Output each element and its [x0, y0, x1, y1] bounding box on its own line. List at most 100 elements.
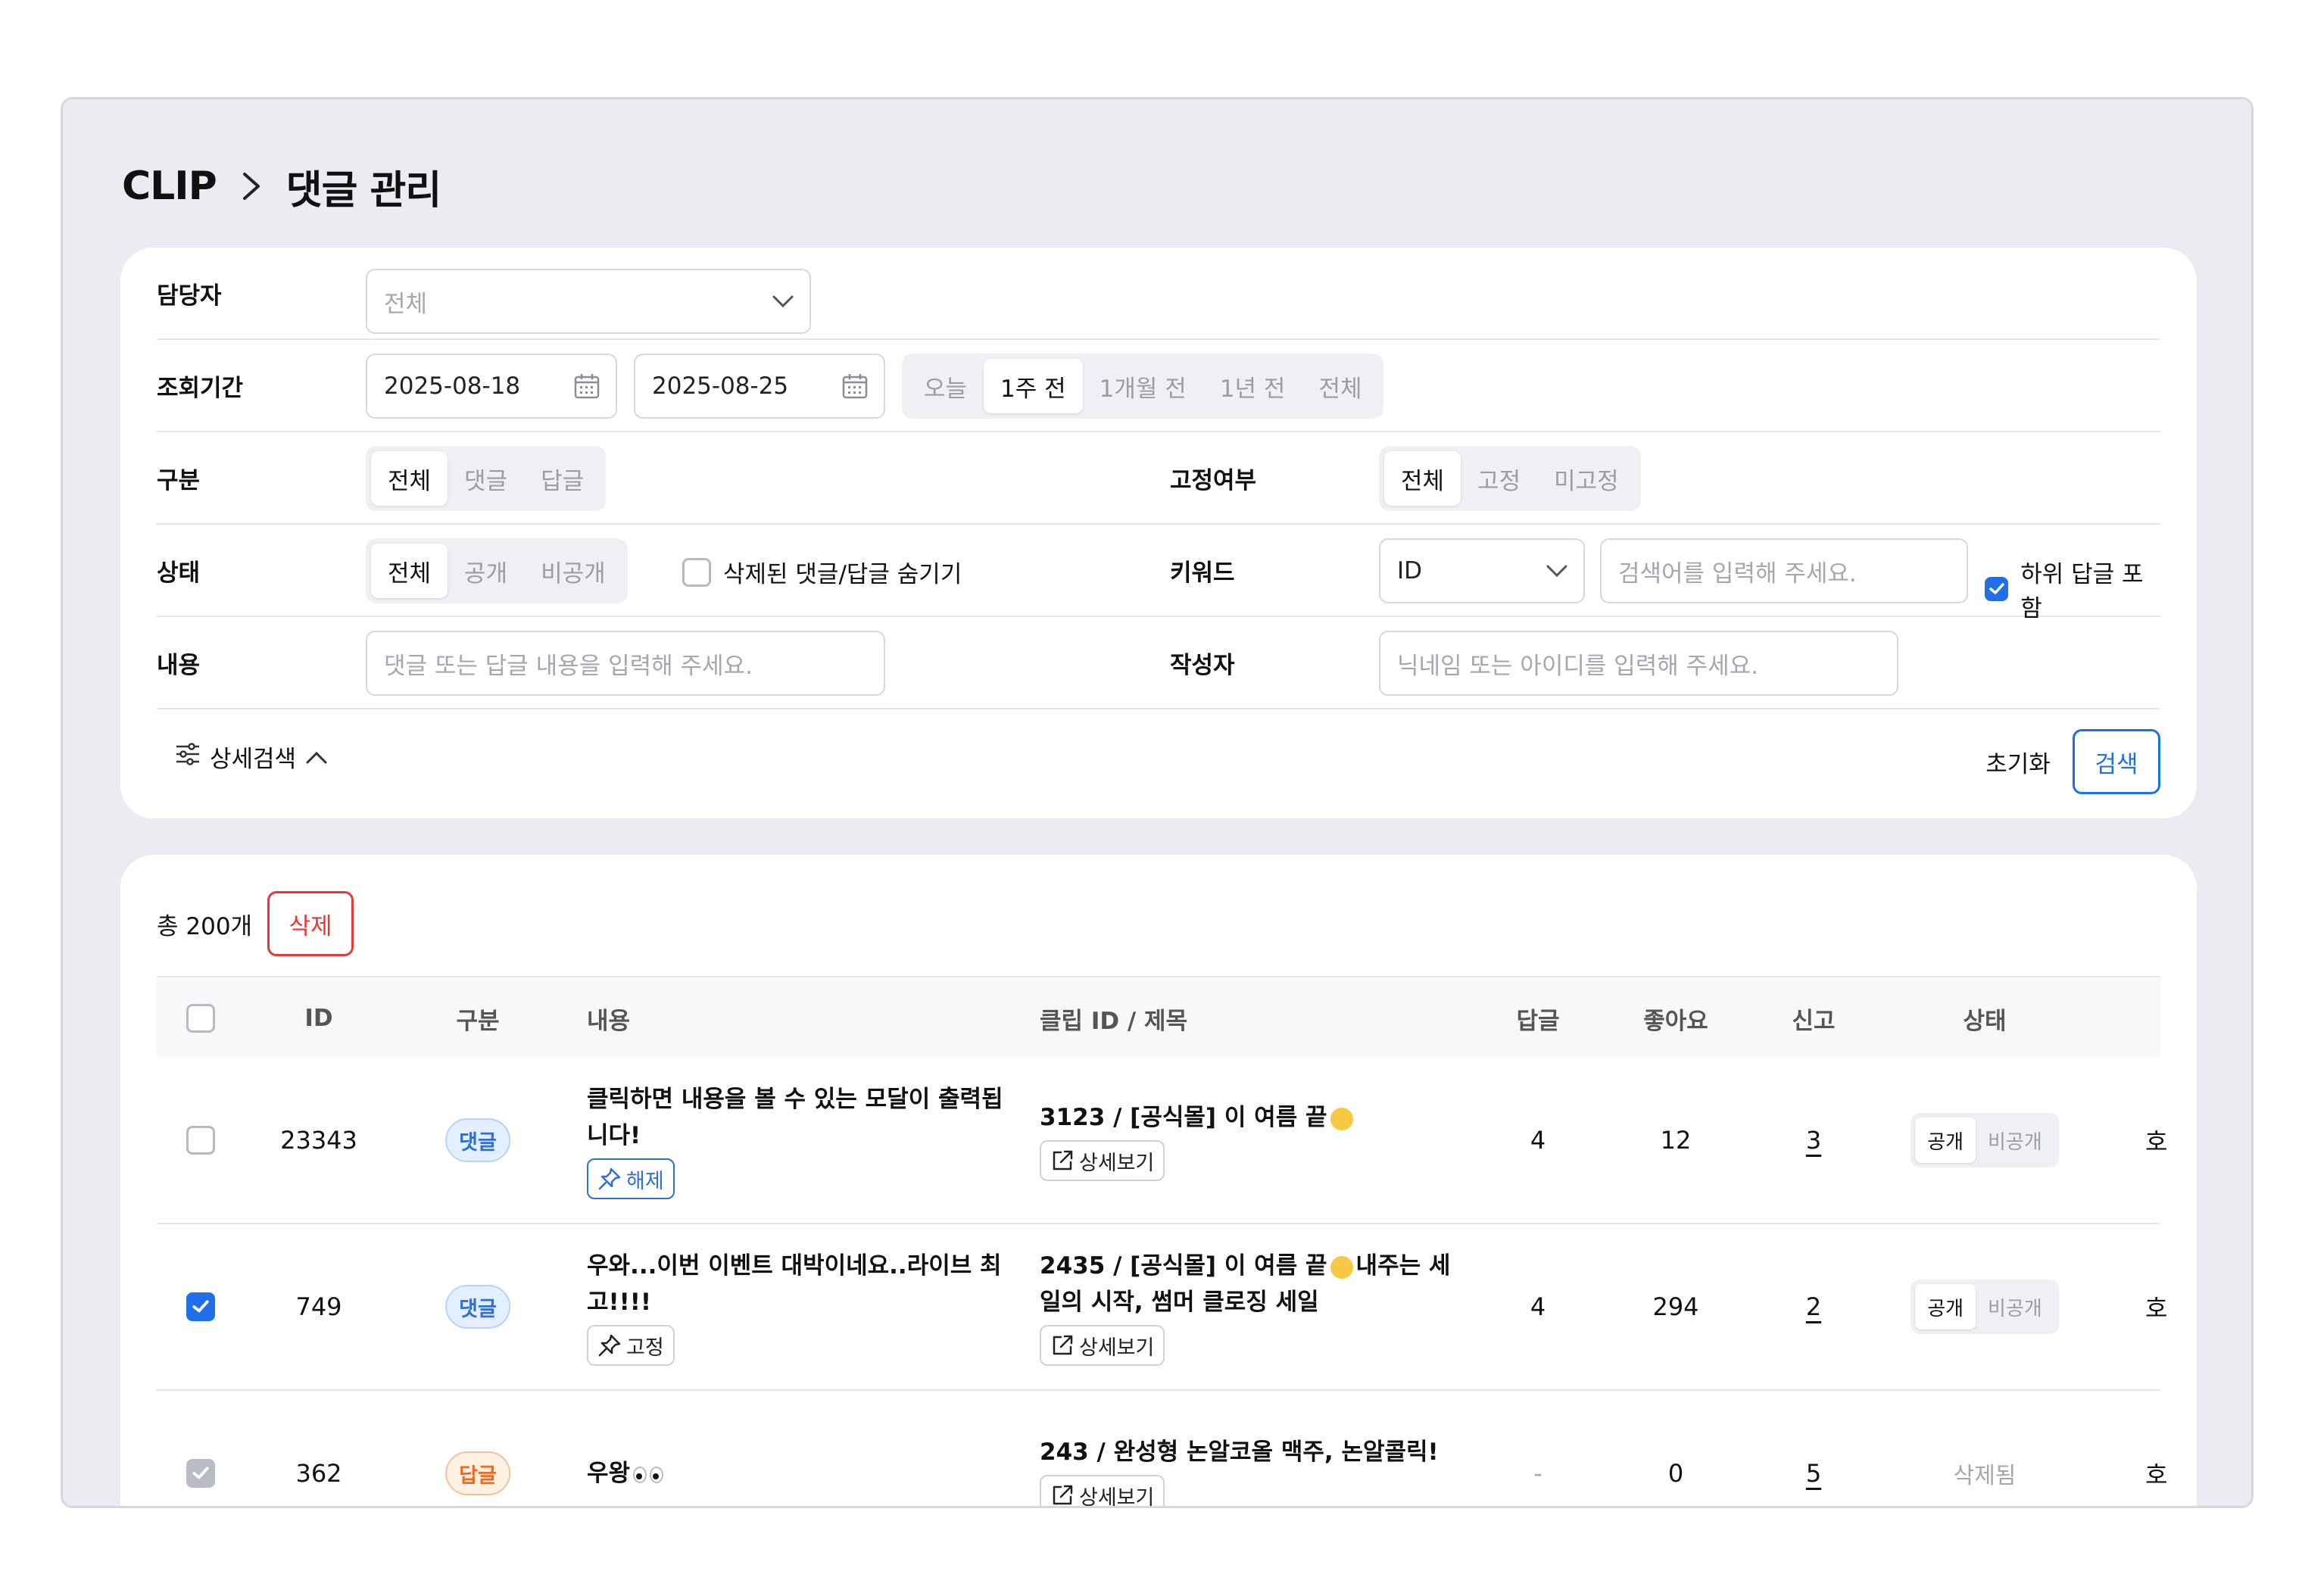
category-comment[interactable]: 댓글	[448, 451, 524, 506]
keyword-type-select[interactable]: ID	[1379, 538, 1585, 603]
row-type-cell: 댓글	[445, 1058, 510, 1223]
status-public[interactable]: 공개	[448, 544, 524, 598]
calendar-icon[interactable]	[841, 373, 869, 400]
app-frame: CLIP 댓글 관리 담당자 전체 조회기간 2025-08-18 2025-0…	[61, 97, 2254, 1508]
row-checkbox[interactable]	[186, 1126, 215, 1155]
table-row[interactable]: 23343 댓글 클릭하면 내용을 볼 수 있는 모달이 출력됩니다! 해제 3…	[157, 1058, 2167, 1224]
detail-label: 상세보기	[1079, 1336, 1155, 1360]
row-reports-link[interactable]: 5	[1806, 1391, 1821, 1506]
content-placeholder: 댓글 또는 답글 내용을 입력해 주세요.	[384, 652, 753, 680]
col-status[interactable]: 상태	[1963, 977, 2006, 1059]
status-public-option[interactable]: 공개	[1915, 1118, 1976, 1163]
category-all[interactable]: 전체	[371, 451, 448, 506]
status-public-option[interactable]: 공개	[1915, 1284, 1976, 1329]
status-all[interactable]: 전체	[371, 544, 448, 598]
content-input[interactable]: 댓글 또는 답글 내용을 입력해 주세요.	[366, 631, 885, 696]
breadcrumb-root[interactable]: CLIP	[122, 164, 217, 209]
row-likes: 294	[1652, 1292, 1699, 1321]
manager-select[interactable]: 전체	[366, 269, 811, 334]
row-content-cell: 우왕	[587, 1391, 1011, 1506]
row-content-string: 우왕	[587, 1460, 631, 1487]
row-clip-cell: 2435 / [공식몰] 이 여름 끝 내주는 세일의 시작, 썸머 클로징 세일…	[1040, 1224, 1464, 1389]
author-label: 작성자	[1170, 651, 1235, 679]
row-replies: 4	[1530, 1126, 1546, 1155]
end-date-input[interactable]: 2025-08-25	[634, 354, 885, 419]
col-id[interactable]: ID	[304, 977, 332, 1059]
reset-button[interactable]: 초기화	[1980, 729, 2056, 794]
col-reports[interactable]: 신고	[1792, 977, 1835, 1059]
keyword-input[interactable]: 검색어를 입력해 주세요.	[1600, 538, 1968, 603]
preset-all[interactable]: 전체	[1302, 359, 1378, 413]
chevron-down-icon	[1546, 564, 1568, 578]
row-content-text[interactable]: 우와...이번 이벤트 대박이네요..라이브 최고!!!!	[587, 1248, 1011, 1320]
row-checkbox[interactable]	[186, 1292, 215, 1321]
status-private-option[interactable]: 비공개	[1976, 1284, 2054, 1329]
select-all-cell	[186, 977, 215, 1059]
col-clip[interactable]: 클립 ID / 제목	[1040, 977, 1187, 1059]
detail-button[interactable]: 상세보기	[1040, 1475, 1165, 1506]
unpin-button[interactable]: 해제	[587, 1158, 675, 1199]
breadcrumb: CLIP 댓글 관리	[122, 154, 441, 219]
select-all-checkbox[interactable]	[186, 1004, 215, 1033]
row-select-cell	[186, 1391, 215, 1506]
row-content-cell: 우와...이번 이벤트 대박이네요..라이브 최고!!!! 고정	[587, 1224, 1011, 1389]
filter-row-content: 내용 댓글 또는 답글 내용을 입력해 주세요. 작성자 닉네임 또는 아이디를…	[157, 617, 2160, 709]
pin-icon	[598, 1167, 621, 1190]
pinned-yes[interactable]: 고정	[1461, 451, 1537, 506]
page-title: 댓글 관리	[285, 167, 441, 214]
keyword-placeholder: 검색어를 입력해 주세요.	[1618, 560, 1857, 588]
filter-panel: 담당자 전체 조회기간 2025-08-18 2025-08-25 오늘 1주 …	[120, 248, 2197, 818]
detail-button[interactable]: 상세보기	[1040, 1140, 1165, 1181]
row-likes: 12	[1660, 1126, 1692, 1155]
pin-label: 고정	[626, 1336, 664, 1360]
emoji-icon	[1330, 1107, 1353, 1130]
col-content[interactable]: 내용	[587, 977, 630, 1059]
advanced-search-toggle[interactable]: 상세검색	[175, 740, 328, 774]
status-private[interactable]: 비공개	[524, 544, 622, 598]
external-link-icon	[1053, 1150, 1073, 1171]
row-content-text[interactable]: 우왕	[587, 1455, 1011, 1492]
author-input[interactable]: 닉네임 또는 아이디를 입력해 주세요.	[1379, 631, 1898, 696]
pinned-no[interactable]: 미고정	[1537, 451, 1636, 506]
pinned-all[interactable]: 전체	[1384, 451, 1461, 506]
type-badge: 댓글	[445, 1285, 510, 1329]
category-label: 구분	[157, 466, 201, 494]
check-icon	[1989, 583, 2004, 594]
status-private-option[interactable]: 비공개	[1976, 1118, 2054, 1163]
start-date-input[interactable]: 2025-08-18	[366, 354, 617, 419]
calendar-icon[interactable]	[573, 373, 600, 400]
advanced-search-label: 상세검색	[210, 746, 297, 773]
preset-1year[interactable]: 1년 전	[1203, 359, 1302, 413]
col-type[interactable]: 구분	[456, 977, 499, 1059]
include-replies-checkbox[interactable]	[1985, 577, 2009, 601]
row-type-cell: 댓글	[445, 1224, 510, 1389]
detail-button[interactable]: 상세보기	[1040, 1325, 1165, 1366]
row-content-text[interactable]: 클릭하면 내용을 볼 수 있는 모달이 출력됩니다!	[587, 1081, 1011, 1154]
clip-title: 2435 / [공식몰] 이 여름 끝 내주는 세일의 시작, 썸머 클로징 세일	[1040, 1248, 1464, 1320]
category-reply[interactable]: 답글	[524, 451, 600, 506]
preset-today[interactable]: 오늘	[907, 359, 984, 413]
total-count: 총 200개	[157, 912, 253, 940]
row-reports-link[interactable]: 2	[1806, 1224, 1821, 1389]
preset-1month[interactable]: 1개월 전	[1083, 359, 1203, 413]
author-placeholder: 닉네임 또는 아이디를 입력해 주세요.	[1397, 652, 1759, 680]
row-status-cell: 공개 비공개	[1911, 1058, 2059, 1223]
include-replies-option[interactable]: 하위 답글 포함	[1985, 555, 2160, 623]
table-row[interactable]: 749 댓글 우와...이번 이벤트 대박이네요..라이브 최고!!!! 고정 …	[157, 1224, 2167, 1391]
search-button[interactable]: 검색	[2073, 729, 2160, 794]
include-replies-label: 하위 답글 포함	[2020, 561, 2144, 622]
unpin-label: 해제	[626, 1169, 664, 1193]
col-likes[interactable]: 좋아요	[1643, 977, 1708, 1059]
hide-deleted-checkbox[interactable]	[682, 557, 711, 587]
comment-list-panel: 총 200개 삭제 ID 구분 내용 클립 ID / 제목 답글 좋아요 신고 …	[120, 855, 2197, 1506]
row-select-cell	[186, 1224, 215, 1389]
delete-button[interactable]: 삭제	[267, 891, 354, 956]
pin-button[interactable]: 고정	[587, 1325, 675, 1366]
chevron-down-icon	[772, 295, 794, 308]
row-reports-link[interactable]: 3	[1806, 1058, 1821, 1223]
hide-deleted-option[interactable]: 삭제된 댓글/답글 숨기기	[682, 555, 962, 589]
col-replies[interactable]: 답글	[1516, 977, 1559, 1059]
row-likes: 0	[1667, 1459, 1684, 1488]
table-row[interactable]: 362 답글 우왕 243 / 완성형 논알코올 맥주, 논알콜릭! 상세보기 …	[157, 1391, 2167, 1506]
preset-1week[interactable]: 1주 전	[984, 359, 1083, 413]
